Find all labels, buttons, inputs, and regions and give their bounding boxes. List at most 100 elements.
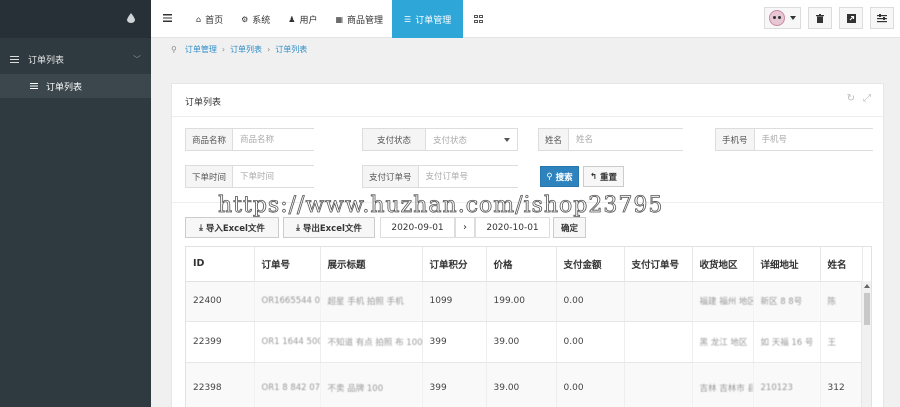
- table-header-row: ID 订单号 展示标题 订单积分 价格 支付金额 支付订单号 收货地区 详细地址…: [186, 247, 863, 282]
- column-header[interactable]: ID: [186, 247, 255, 282]
- sliders-icon: [877, 13, 887, 22]
- pay-status-filter: 支付状态 支付状态: [362, 128, 518, 151]
- phone-input[interactable]: [754, 129, 875, 150]
- sidebar: 订单列表 ﹀ 订单列表: [0, 0, 151, 407]
- order-time-filter: 下单时间: [185, 165, 354, 188]
- top-navbar: ⌂ 首页 ⚙ 系统 ♟ 用户 ▦ 商品管理 ☰ 订单管理: [151, 0, 900, 38]
- date-from-input[interactable]: 2020-09-01: [380, 217, 455, 238]
- order-time-input[interactable]: [233, 166, 354, 187]
- name-input[interactable]: [569, 129, 690, 150]
- cell-points: 399: [422, 321, 487, 363]
- column-header[interactable]: 收货地区: [692, 247, 754, 282]
- cell-order-no: OR1 8 842 07610: [254, 362, 321, 407]
- scroll-up-arrow-icon[interactable]: [864, 284, 870, 288]
- undo-icon: ↰: [589, 171, 598, 182]
- cell-id: 22400: [186, 281, 255, 322]
- cell-price: 39.00: [486, 362, 557, 407]
- cell-address: 210123: [753, 362, 821, 407]
- pay-status-placeholder: 支付状态: [433, 135, 468, 146]
- confirm-date-button[interactable]: 确定: [553, 217, 586, 238]
- pay-status-select[interactable]: 支付状态: [426, 129, 517, 150]
- table-row[interactable]: 22399 OR1 1644 50000 不知道 有点 拍照 布 100 399…: [186, 321, 863, 363]
- fullscreen-button[interactable]: [839, 7, 863, 29]
- column-header[interactable]: 订单积分: [422, 247, 487, 282]
- order-list-panel: 订单列表 ↻ ⤢ 商品名称 支付状态 支付状态 姓名 手机号 下单时间 支付订单…: [171, 83, 884, 407]
- pay-order-no-filter: 支付订单号: [362, 165, 539, 188]
- column-header[interactable]: 详细地址: [753, 247, 821, 282]
- product-name-label: 商品名称: [186, 129, 234, 150]
- sidebar-item-order-list[interactable]: 订单列表: [0, 74, 151, 98]
- export-excel-label: 导出Excel文件: [302, 223, 362, 234]
- sidebar-group-label: 订单列表: [28, 55, 65, 66]
- list-icon: ☰: [404, 14, 412, 24]
- menu-toggle-icon[interactable]: [163, 14, 172, 22]
- cell-points: 1099: [422, 281, 487, 322]
- search-button-label: 搜索: [555, 172, 573, 183]
- cell-region: 黑 龙江 地区: [692, 321, 754, 363]
- sidebar-group-order-list[interactable]: 订单列表 ﹀: [0, 46, 151, 72]
- breadcrumb-item[interactable]: 订单管理: [185, 44, 217, 55]
- settings-panel-button[interactable]: [870, 7, 894, 29]
- nav-item-label: 订单管理: [415, 15, 452, 26]
- filter-divider: [172, 202, 883, 203]
- nav-item-system[interactable]: ⚙ 系统: [232, 0, 279, 38]
- breadcrumb-separator: ›: [221, 44, 226, 54]
- location-pin-icon: ⚲: [171, 44, 177, 54]
- order-time-label: 下单时间: [186, 166, 234, 187]
- nav-item-product-management[interactable]: ▦ 商品管理: [326, 0, 392, 38]
- table-row[interactable]: 22400 OR1665544 0011 超星 手机 拍照 手机 1099 19…: [186, 281, 863, 322]
- list-icon: [10, 55, 19, 63]
- search-icon: ⚲: [546, 171, 553, 182]
- export-excel-button[interactable]: ⤓ 导出Excel文件: [283, 217, 375, 238]
- date-to-input[interactable]: 2020-10-01: [475, 217, 550, 238]
- panel-title: 订单列表: [185, 98, 222, 108]
- grid-icon: ▦: [335, 14, 344, 24]
- column-header[interactable]: 订单号: [254, 247, 321, 282]
- reset-button[interactable]: ↰ 重置: [583, 166, 624, 187]
- nav-item-more[interactable]: [463, 0, 492, 38]
- pay-order-no-input[interactable]: [418, 166, 539, 187]
- nav-item-home[interactable]: ⌂ 首页: [187, 0, 232, 38]
- sidebar-item-label: 订单列表: [46, 82, 83, 93]
- table-scrollbar[interactable]: [861, 281, 871, 407]
- nav-item-user[interactable]: ♟ 用户: [279, 0, 326, 38]
- column-header[interactable]: 展示标题: [320, 247, 423, 282]
- column-header[interactable]: 支付金额: [556, 247, 625, 282]
- breadcrumb-item[interactable]: 订单列表: [230, 44, 262, 55]
- pay-status-label: 支付状态: [363, 129, 426, 150]
- column-header[interactable]: 支付订单号: [624, 247, 693, 282]
- water-drop-icon[interactable]: [127, 13, 135, 23]
- scrollbar-thumb[interactable]: [864, 293, 870, 325]
- cell-region: 福建 福州 地区: [692, 281, 754, 322]
- user-menu-button[interactable]: [764, 7, 801, 29]
- clear-cache-button[interactable]: [808, 7, 832, 29]
- panel-divider: [172, 116, 883, 117]
- product-name-input[interactable]: [233, 129, 354, 150]
- caret-down-icon: [504, 138, 510, 142]
- column-header[interactable]: 价格: [486, 247, 557, 282]
- cell-pay-order-no: [624, 362, 693, 407]
- refresh-icon[interactable]: ↻: [847, 93, 855, 104]
- column-header[interactable]: 姓名: [820, 247, 863, 282]
- apps-grid-icon: [474, 14, 483, 24]
- nav-item-label: 系统: [252, 15, 271, 26]
- import-excel-button[interactable]: ⤓ 导入Excel文件: [185, 217, 279, 238]
- panel-tools: ↻ ⤢: [847, 93, 871, 104]
- chevron-right-icon: ›: [455, 217, 475, 238]
- table-row[interactable]: 22398 OR1 8 842 07610 不卖 品牌 100 399 39.0…: [186, 362, 863, 407]
- cell-name: 陈: [820, 281, 863, 322]
- header-tools: [764, 7, 894, 29]
- cell-order-no: OR1 1644 50000: [254, 321, 321, 363]
- chevron-down-icon: ﹀: [133, 54, 141, 64]
- phone-label: 手机号: [716, 129, 755, 150]
- avatar: [769, 10, 785, 26]
- gear-icon: ⚙: [241, 14, 249, 24]
- nav-item-order-management[interactable]: ☰ 订单管理: [392, 0, 464, 38]
- download-icon: ⤓: [199, 222, 203, 233]
- sidebar-header: [0, 0, 151, 38]
- breadcrumb-item[interactable]: 订单列表: [275, 44, 307, 55]
- external-link-icon: [846, 13, 856, 23]
- expand-icon[interactable]: ⤢: [863, 93, 871, 104]
- search-button[interactable]: ⚲ 搜索: [540, 166, 579, 187]
- breadcrumb-separator: ›: [267, 44, 271, 54]
